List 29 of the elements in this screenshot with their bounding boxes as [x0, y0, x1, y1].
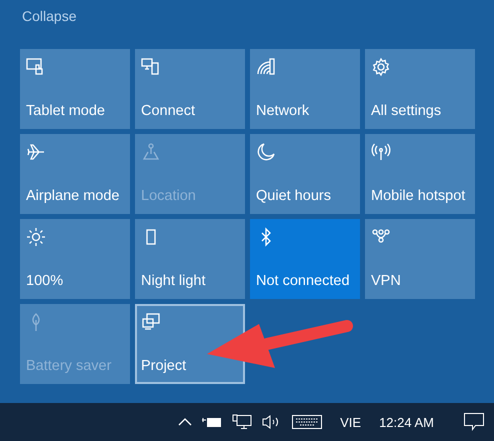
airplane-icon [26, 142, 46, 162]
antenna-icon [371, 142, 391, 162]
keyboard-icon[interactable] [292, 415, 322, 429]
quick-action-tile[interactable]: Quiet hours [250, 134, 360, 214]
quick-action-tile[interactable]: Tablet mode [20, 49, 130, 129]
chevron-up-icon[interactable] [178, 417, 192, 427]
quick-action-tile[interactable]: Not connected [250, 219, 360, 299]
quick-action-tile[interactable]: Airplane mode [20, 134, 130, 214]
moon-icon [256, 142, 276, 162]
battery-icon[interactable] [202, 416, 222, 428]
sun-icon [26, 227, 46, 247]
clock[interactable]: 12:24 AM [379, 414, 434, 430]
devices-icon [141, 57, 161, 77]
quick-action-tile[interactable]: Project [135, 304, 245, 384]
settings-icon [371, 57, 391, 77]
quick-action-tile[interactable]: All settings [365, 49, 475, 129]
quick-action-tile[interactable]: 100% [20, 219, 130, 299]
language-indicator[interactable]: VIE [340, 414, 362, 430]
network-icon [256, 57, 276, 77]
monitors-icon [141, 312, 161, 332]
monitor-icon[interactable] [232, 414, 252, 430]
collapse-link[interactable]: Collapse [22, 8, 76, 24]
quick-action-tile[interactable]: Mobile hotspot [365, 134, 475, 214]
location-pin-icon [141, 142, 161, 162]
quick-action-tile[interactable]: VPN [365, 219, 475, 299]
quick-action-tile[interactable]: Night light [135, 219, 245, 299]
quick-action-tile[interactable]: Connect [135, 49, 245, 129]
quick-action-tile[interactable]: Network [250, 49, 360, 129]
notification-icon[interactable] [464, 413, 484, 431]
